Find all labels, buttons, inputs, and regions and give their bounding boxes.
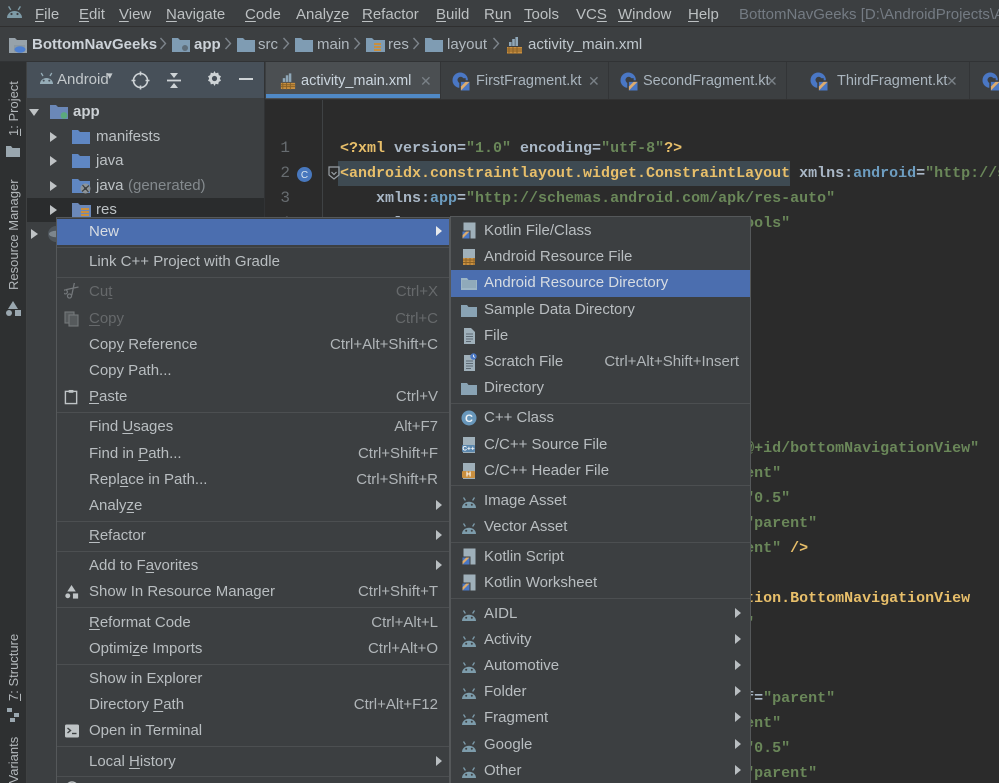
svg-text:C++: C++ xyxy=(462,445,474,452)
svg-text:C: C xyxy=(301,170,308,181)
svg-text:C: C xyxy=(465,413,473,425)
svg-text:H: H xyxy=(466,471,471,478)
